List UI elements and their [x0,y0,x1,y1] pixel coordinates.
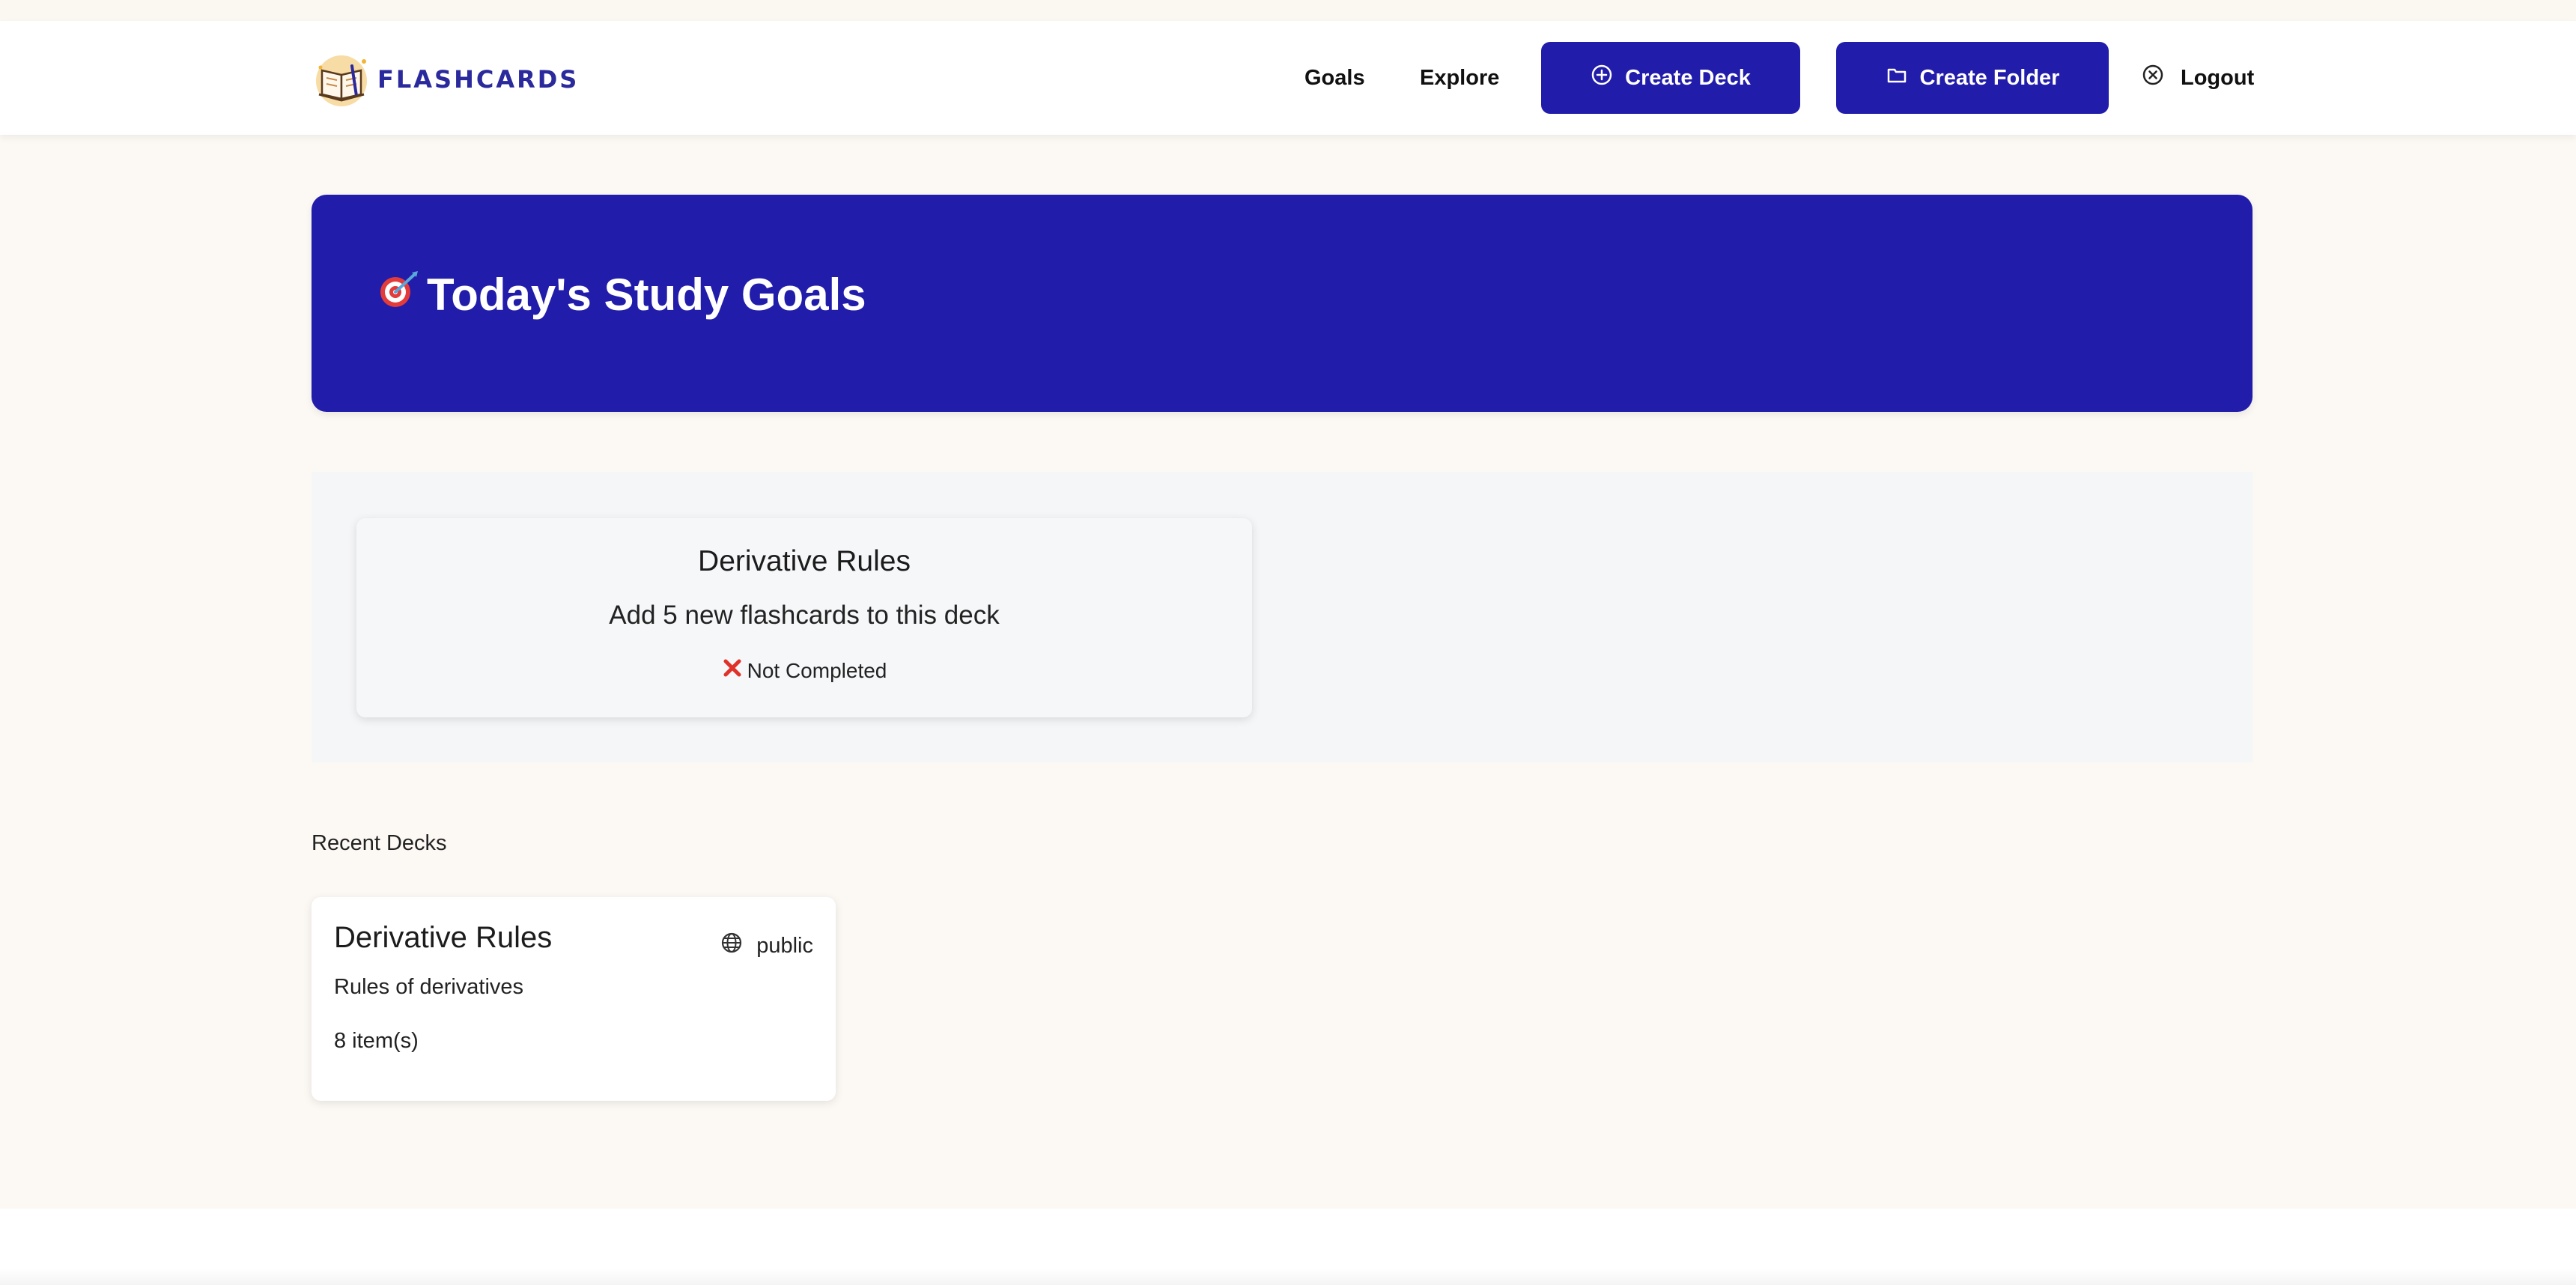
dart-target-icon [376,267,421,322]
nav-link-goals[interactable]: Goals [1304,63,1365,93]
logout-label: Logout [2181,65,2255,90]
goal-deck-name: Derivative Rules [698,545,911,577]
deck-item-count: 8 item(s) [334,1029,419,1053]
hero-title-text: Today's Study Goals [427,269,866,320]
goal-description: Add 5 new flashcards to this deck [609,601,1000,630]
study-goals-banner: Today's Study Goals [312,195,2253,412]
top-navbar: FLASHCARDS Goals Explore Create Deck Cre… [0,21,2576,135]
logout-button[interactable]: Logout [2142,63,2254,93]
deck-card[interactable]: Derivative Rules public Rules of derivat… [312,897,836,1101]
goals-section: Derivative Rules Add 5 new flashcards to… [312,472,2253,762]
deck-visibility-label: public [756,933,813,958]
create-deck-label: Create Deck [1625,65,1751,90]
footer-shadow [0,1269,2576,1285]
brand-logo-link[interactable]: FLASHCARDS [312,51,579,108]
create-folder-label: Create Folder [1919,65,2060,90]
close-circle-icon [2142,64,2164,92]
goal-status: Not Completed [356,657,1252,684]
recent-decks-heading: Recent Decks [312,831,447,855]
page-title: Today's Study Goals [376,267,866,322]
top-strip [0,0,2576,21]
deck-visibility: public [720,932,813,960]
deck-description: Rules of derivatives [334,975,524,999]
globe-icon [720,932,743,960]
deck-title: Derivative Rules [334,921,553,954]
folder-icon [1886,64,1908,92]
nav-link-explore[interactable]: Explore [1420,63,1499,93]
open-book-icon [312,51,373,108]
brand-name: FLASHCARDS [377,65,580,94]
cross-mark-icon [722,657,743,684]
create-folder-button[interactable]: Create Folder [1836,42,2109,114]
goal-card[interactable]: Derivative Rules Add 5 new flashcards to… [356,518,1252,717]
plus-circle-icon [1591,64,1613,92]
goal-status-text: Not Completed [747,658,887,682]
create-deck-button[interactable]: Create Deck [1541,42,1800,114]
